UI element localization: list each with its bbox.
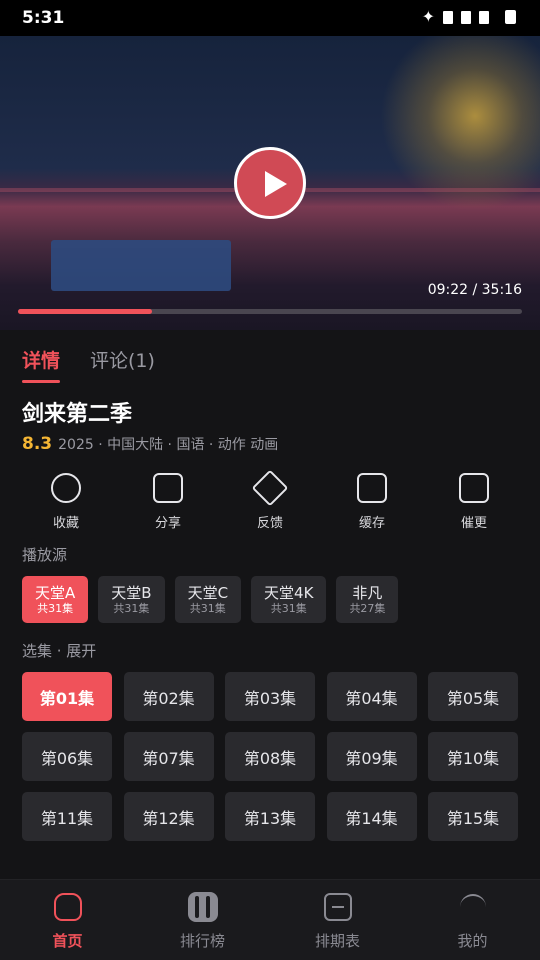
signal-icon	[443, 10, 453, 24]
episode-button[interactable]: 第01集	[22, 672, 112, 721]
progress-bar[interactable]	[18, 309, 522, 314]
source-item[interactable]: 非凡 共27集	[336, 576, 399, 623]
action-row: 收藏 分享 反馈 缓存 催更	[16, 469, 524, 531]
bell-icon	[458, 472, 490, 504]
episode-button[interactable]: 第05集	[428, 672, 518, 721]
share-icon	[152, 472, 184, 504]
bottom-nav: 首页 排行榜 排期表 我的	[0, 879, 540, 960]
episode-button[interactable]: 第09集	[326, 732, 417, 781]
source-name: 天堂C	[187, 583, 229, 602]
status-icons: ✦	[421, 7, 516, 26]
tab-details[interactable]: 详情	[22, 346, 61, 383]
rating-score: 8.3	[22, 434, 53, 454]
sparkle-icon: ✦	[421, 7, 435, 26]
show-meta: 8.3 2025 · 中国大陆 · 国语 · 动作 动画	[22, 434, 278, 454]
nav-label: 我的	[457, 932, 488, 950]
video-player[interactable]: 09:22 / 35:16	[0, 36, 540, 330]
battery-icon	[505, 10, 516, 24]
source-item[interactable]: 天堂A 共31集	[22, 576, 89, 623]
episode-button[interactable]: 第07集	[123, 732, 214, 781]
source-name: 天堂4K	[264, 583, 314, 602]
nav-ranking[interactable]: 排行榜	[148, 880, 258, 960]
episode-button[interactable]: 第02集	[123, 672, 214, 721]
source-item[interactable]: 天堂B 共31集	[98, 576, 165, 623]
nav-schedule[interactable]: 排期表	[283, 880, 393, 960]
play-icon	[265, 171, 287, 197]
heart-icon	[50, 472, 82, 504]
action-label: 缓存	[358, 516, 385, 531]
nav-label: 排行榜	[179, 932, 225, 950]
profile-icon	[458, 892, 488, 922]
sources-label: 播放源	[22, 546, 68, 564]
episode-button[interactable]: 第08集	[225, 732, 315, 781]
status-bar: 5:31 ✦	[0, 0, 540, 36]
show-title: 剑来第二季	[22, 402, 133, 427]
action-label: 反馈	[256, 516, 283, 531]
feedback-icon	[251, 469, 289, 507]
nav-label: 排期表	[314, 932, 360, 950]
source-list: 天堂A 共31集 天堂B 共31集 天堂C 共31集 天堂4K 共31集 非凡 …	[22, 576, 399, 623]
action-label: 催更	[460, 516, 487, 531]
source-count: 共31集	[113, 601, 150, 615]
episode-button[interactable]: 第11集	[22, 792, 112, 841]
episode-button[interactable]: 第15集	[428, 792, 518, 841]
episode-button[interactable]: 第10集	[428, 732, 518, 781]
home-icon	[53, 892, 83, 922]
nav-profile[interactable]: 我的	[418, 880, 528, 960]
show-info: 2025 · 中国大陆 · 国语 · 动作 动画	[58, 437, 279, 453]
action-label: 收藏	[52, 516, 79, 531]
playback-time: 09:22 / 35:16	[427, 282, 522, 298]
source-name: 非凡	[352, 583, 383, 602]
episode-button[interactable]: 第13集	[225, 792, 315, 841]
nav-label: 首页	[52, 932, 83, 950]
episode-button[interactable]: 第04集	[326, 672, 417, 721]
favorite-button[interactable]: 收藏	[16, 472, 116, 531]
episode-button[interactable]: 第06集	[22, 732, 112, 781]
schedule-icon	[323, 892, 353, 922]
tab-comments[interactable]: 评论(1)	[90, 346, 155, 383]
episode-button[interactable]: 第14集	[326, 792, 417, 841]
network-icon	[479, 10, 489, 24]
source-name: 天堂A	[35, 583, 76, 602]
download-icon	[356, 472, 388, 504]
source-item[interactable]: 天堂4K 共31集	[251, 576, 327, 623]
episode-grid: 第01集 第02集 第03集 第04集 第05集第06集 第07集 第08集 第09集 第10集…	[22, 672, 518, 841]
episode-button[interactable]: 第12集	[123, 792, 214, 841]
progress-fill	[18, 309, 153, 314]
detail-tabs: 详情 评论(1)	[22, 346, 155, 383]
video-frame-sun	[380, 36, 540, 211]
cache-button[interactable]: 缓存	[322, 472, 422, 531]
share-button[interactable]: 分享	[118, 472, 218, 531]
status-time: 5:31	[22, 8, 65, 28]
source-item[interactable]: 天堂C 共31集	[174, 576, 242, 623]
action-label: 分享	[154, 516, 181, 531]
source-count: 共31集	[37, 601, 74, 615]
wifi-icon	[461, 10, 471, 24]
source-count: 共31集	[270, 601, 307, 615]
source-count: 共27集	[349, 601, 386, 615]
source-name: 天堂B	[111, 583, 152, 602]
nav-home[interactable]: 首页	[13, 880, 123, 960]
urge-update-button[interactable]: 催更	[424, 472, 524, 531]
video-frame-object	[51, 240, 231, 291]
ranking-icon	[187, 892, 218, 922]
episode-button[interactable]: 第03集	[225, 672, 315, 721]
episodes-label[interactable]: 选集 · 展开	[22, 640, 96, 661]
play-button[interactable]	[234, 147, 306, 219]
feedback-button[interactable]: 反馈	[220, 469, 320, 531]
source-count: 共31集	[189, 601, 226, 615]
